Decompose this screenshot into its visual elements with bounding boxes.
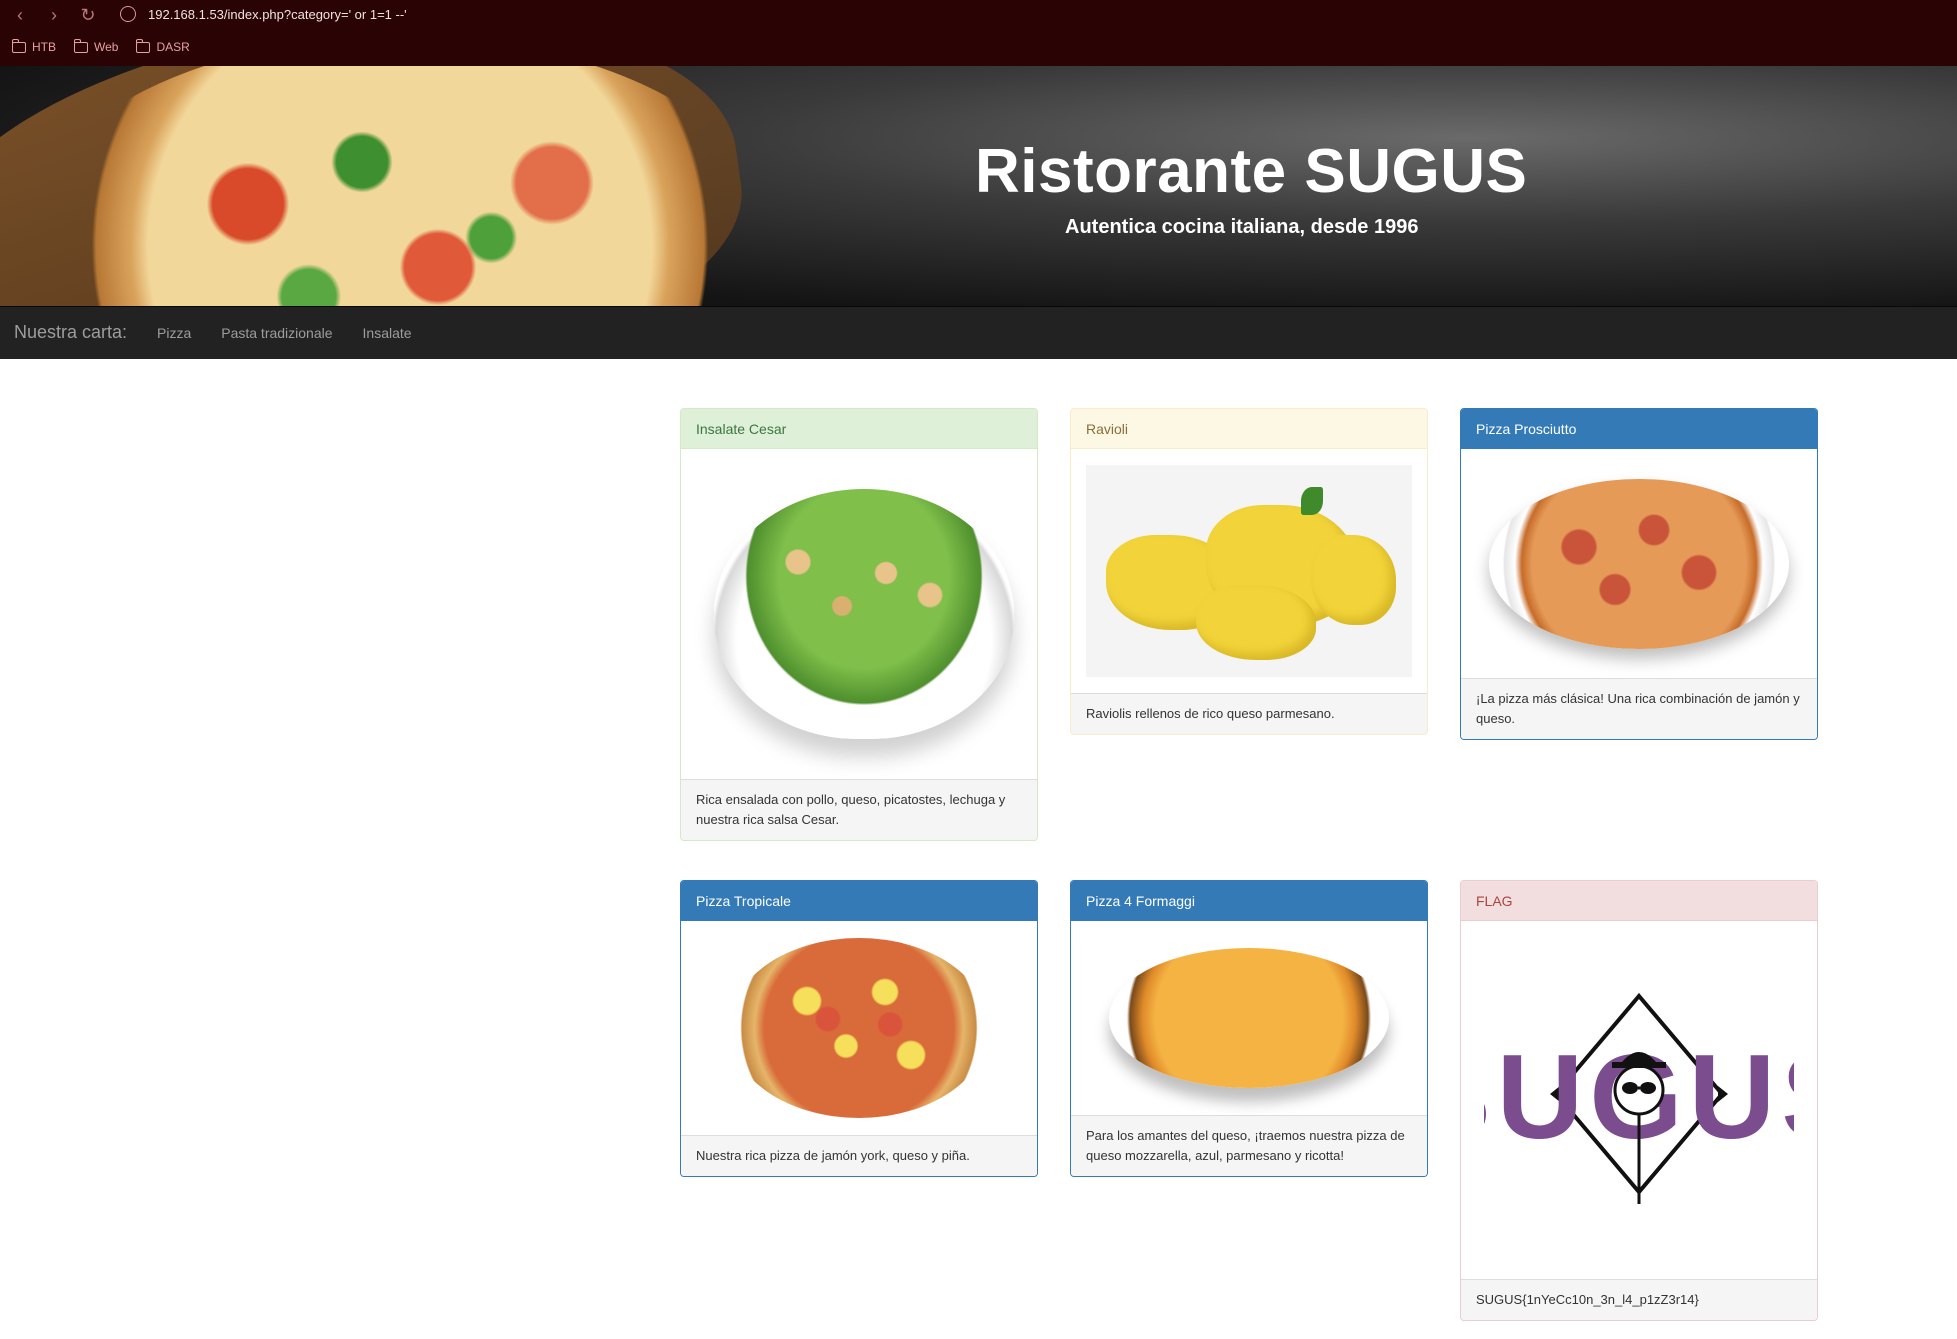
- site-info-globe-icon[interactable]: [120, 6, 136, 22]
- formaggi-pizza-image: [1109, 948, 1389, 1088]
- panel-description: Para los amantes del queso, ¡traemos nue…: [1071, 1115, 1427, 1176]
- caesar-salad-image: [696, 469, 1022, 759]
- nav-link-insalate[interactable]: Insalate: [363, 325, 412, 341]
- menu-navbar: Nuestra carta: Pizza Pasta tradizionale …: [0, 306, 1957, 359]
- bookmark-dasr[interactable]: DASR: [136, 38, 190, 54]
- panel-title: Insalate Cesar: [681, 409, 1037, 449]
- panel-image-area: [1071, 921, 1427, 1115]
- panel-title: Pizza Prosciutto: [1461, 409, 1817, 449]
- tropicale-pizza-image: [729, 938, 989, 1118]
- menu-item-panel: Pizza Tropicale Nuestra rica pizza de ja…: [680, 880, 1038, 1177]
- browser-toolbar: ‹ › ↻ 192.168.1.53/index.php?category=' …: [0, 0, 1957, 66]
- bookmarks-bar: HTB Web DASR: [12, 38, 190, 54]
- bookmark-label: Web: [94, 40, 119, 54]
- panel-image-area: [681, 921, 1037, 1135]
- hero-pizza-image: [20, 66, 780, 306]
- menu-item-panel: Pizza 4 Formaggi Para los amantes del qu…: [1070, 880, 1428, 1177]
- reload-icon[interactable]: ↻: [78, 6, 98, 24]
- flag-text: SUGUS{1nYeCc10n_3n_l4_p1zZ3r14}: [1461, 1279, 1817, 1320]
- panel-image-area: SUGUS: [1461, 921, 1817, 1279]
- navbar-links: Pizza Pasta tradizionale Insalate: [157, 325, 412, 341]
- address-bar[interactable]: 192.168.1.53/index.php?category=' or 1=1…: [120, 6, 407, 22]
- bookmark-web[interactable]: Web: [74, 38, 119, 54]
- panel-description: Raviolis rellenos de rico queso parmesan…: [1071, 693, 1427, 734]
- panel-image-area: [1071, 449, 1427, 693]
- bookmark-htb[interactable]: HTB: [12, 38, 56, 54]
- forward-arrow-icon[interactable]: ›: [44, 6, 64, 24]
- bookmark-label: HTB: [32, 40, 56, 54]
- panel-title: Pizza 4 Formaggi: [1071, 881, 1427, 921]
- menu-item-panel: Ravioli Raviolis rellenos de rico queso …: [1070, 408, 1428, 735]
- hero-banner: Ristorante SUGUS Autentica cocina italia…: [0, 66, 1957, 306]
- panel-description: Rica ensalada con pollo, queso, picatost…: [681, 779, 1037, 840]
- menu-item-panel: Insalate Cesar Rica ensalada con pollo, …: [680, 408, 1038, 841]
- panel-description: Nuestra rica pizza de jamón york, queso …: [681, 1135, 1037, 1176]
- panel-title: FLAG: [1461, 881, 1817, 921]
- restaurant-title: Ristorante SUGUS: [975, 137, 1528, 206]
- panel-image-area: [1461, 449, 1817, 678]
- bookmark-label: DASR: [156, 40, 190, 54]
- menu-item-panel: Pizza Prosciutto ¡La pizza más clásica! …: [1460, 408, 1818, 740]
- panel-image-area: [681, 449, 1037, 779]
- browser-nav-buttons: ‹ › ↻: [10, 6, 98, 24]
- flag-panel: FLAG SUGUS SUGUS{1nYeCc10: [1460, 880, 1818, 1321]
- restaurant-subtitle: Autentica cocina italiana, desde 1996: [1065, 216, 1419, 238]
- folder-icon: [74, 38, 88, 53]
- sugus-logo-svg: SUGUS: [1484, 992, 1794, 1204]
- folder-icon: [136, 38, 151, 53]
- sugus-logo-image: SUGUS: [1476, 965, 1802, 1235]
- folder-icon: [12, 38, 26, 53]
- panel-description: ¡La pizza más clásica! Una rica combinac…: [1461, 678, 1817, 739]
- panel-title: Ravioli: [1071, 409, 1427, 449]
- nav-link-pasta[interactable]: Pasta tradizionale: [221, 325, 332, 341]
- navbar-brand[interactable]: Nuestra carta:: [14, 322, 127, 343]
- prosciutto-pizza-image: [1489, 478, 1789, 649]
- url-text[interactable]: 192.168.1.53/index.php?category=' or 1=1…: [148, 7, 407, 22]
- ravioli-image: [1086, 465, 1412, 677]
- back-arrow-icon[interactable]: ‹: [10, 6, 30, 24]
- nav-link-pizza[interactable]: Pizza: [157, 325, 191, 341]
- panel-title: Pizza Tropicale: [681, 881, 1037, 921]
